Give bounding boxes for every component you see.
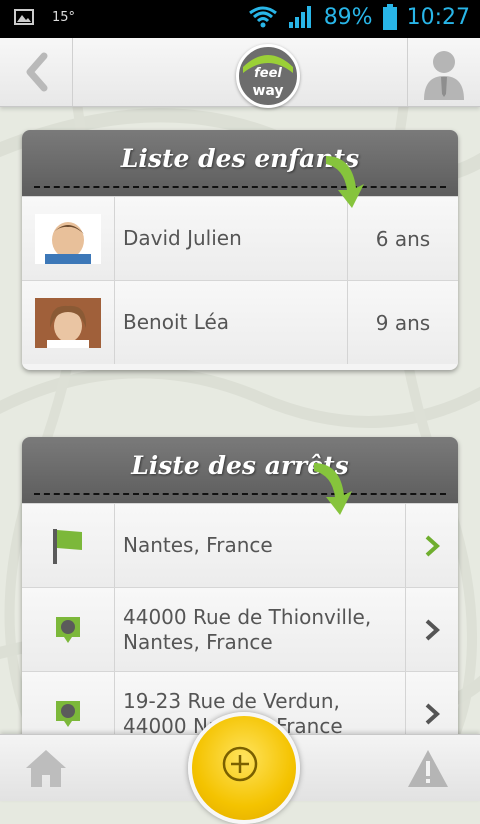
- children-card: Liste des enfants David Julien 6 ans Ben…: [22, 130, 458, 370]
- profile-button[interactable]: [407, 38, 480, 106]
- plus-icon: [222, 746, 258, 782]
- warning-icon[interactable]: [406, 747, 450, 789]
- green-arrow-icon: [314, 463, 352, 515]
- logo-text-top: feel: [254, 66, 282, 81]
- child-avatar: [35, 213, 101, 264]
- child-avatar: [35, 297, 101, 348]
- battery-percent: 89%: [323, 4, 373, 30]
- stops-card-header: Liste des arrêts: [22, 437, 458, 515]
- feelway-pin-icon: [56, 700, 80, 727]
- home-icon[interactable]: [24, 747, 68, 789]
- user-icon: [424, 51, 464, 100]
- status-bar: 15° 89% 10:27: [0, 0, 480, 38]
- chevron-left-icon: [26, 52, 48, 92]
- children-card-title: Liste des enfants: [120, 144, 360, 173]
- image-icon: [14, 9, 34, 25]
- child-row[interactable]: David Julien 6 ans: [22, 196, 458, 280]
- temperature-label: 15°: [52, 9, 76, 25]
- child-age: 9 ans: [347, 281, 458, 364]
- flag-icon: [53, 528, 82, 564]
- chevron-right-icon: [425, 535, 440, 556]
- battery-icon: [382, 4, 397, 30]
- stop-address: 44000 Rue de Thionville, Nantes, France: [123, 604, 372, 654]
- children-card-header: Liste des enfants: [22, 130, 458, 208]
- header-divider: [34, 186, 446, 188]
- child-name: Benoit Léa: [123, 310, 230, 334]
- child-row[interactable]: Benoit Léa 9 ans: [22, 280, 458, 364]
- green-arrow-icon: [326, 156, 364, 208]
- add-button[interactable]: [188, 712, 300, 824]
- chevron-right-icon: [425, 619, 440, 640]
- chevron-right-icon: [425, 703, 440, 724]
- back-button[interactable]: [0, 38, 73, 106]
- stop-address: Nantes, France: [123, 533, 273, 557]
- stop-row[interactable]: 44000 Rue de Thionville, Nantes, France: [22, 587, 458, 671]
- child-name: David Julien: [123, 226, 242, 250]
- clock: 10:27: [406, 4, 470, 30]
- signal-icon: [288, 6, 311, 28]
- stop-row[interactable]: Nantes, France: [22, 503, 458, 587]
- wifi-icon: [248, 6, 277, 28]
- app-logo: feel way: [236, 44, 300, 108]
- feelway-pin-icon: [56, 616, 80, 643]
- stops-card-title: Liste des arrêts: [131, 451, 349, 480]
- logo-text-bottom: way: [252, 83, 283, 99]
- header-divider: [34, 493, 446, 495]
